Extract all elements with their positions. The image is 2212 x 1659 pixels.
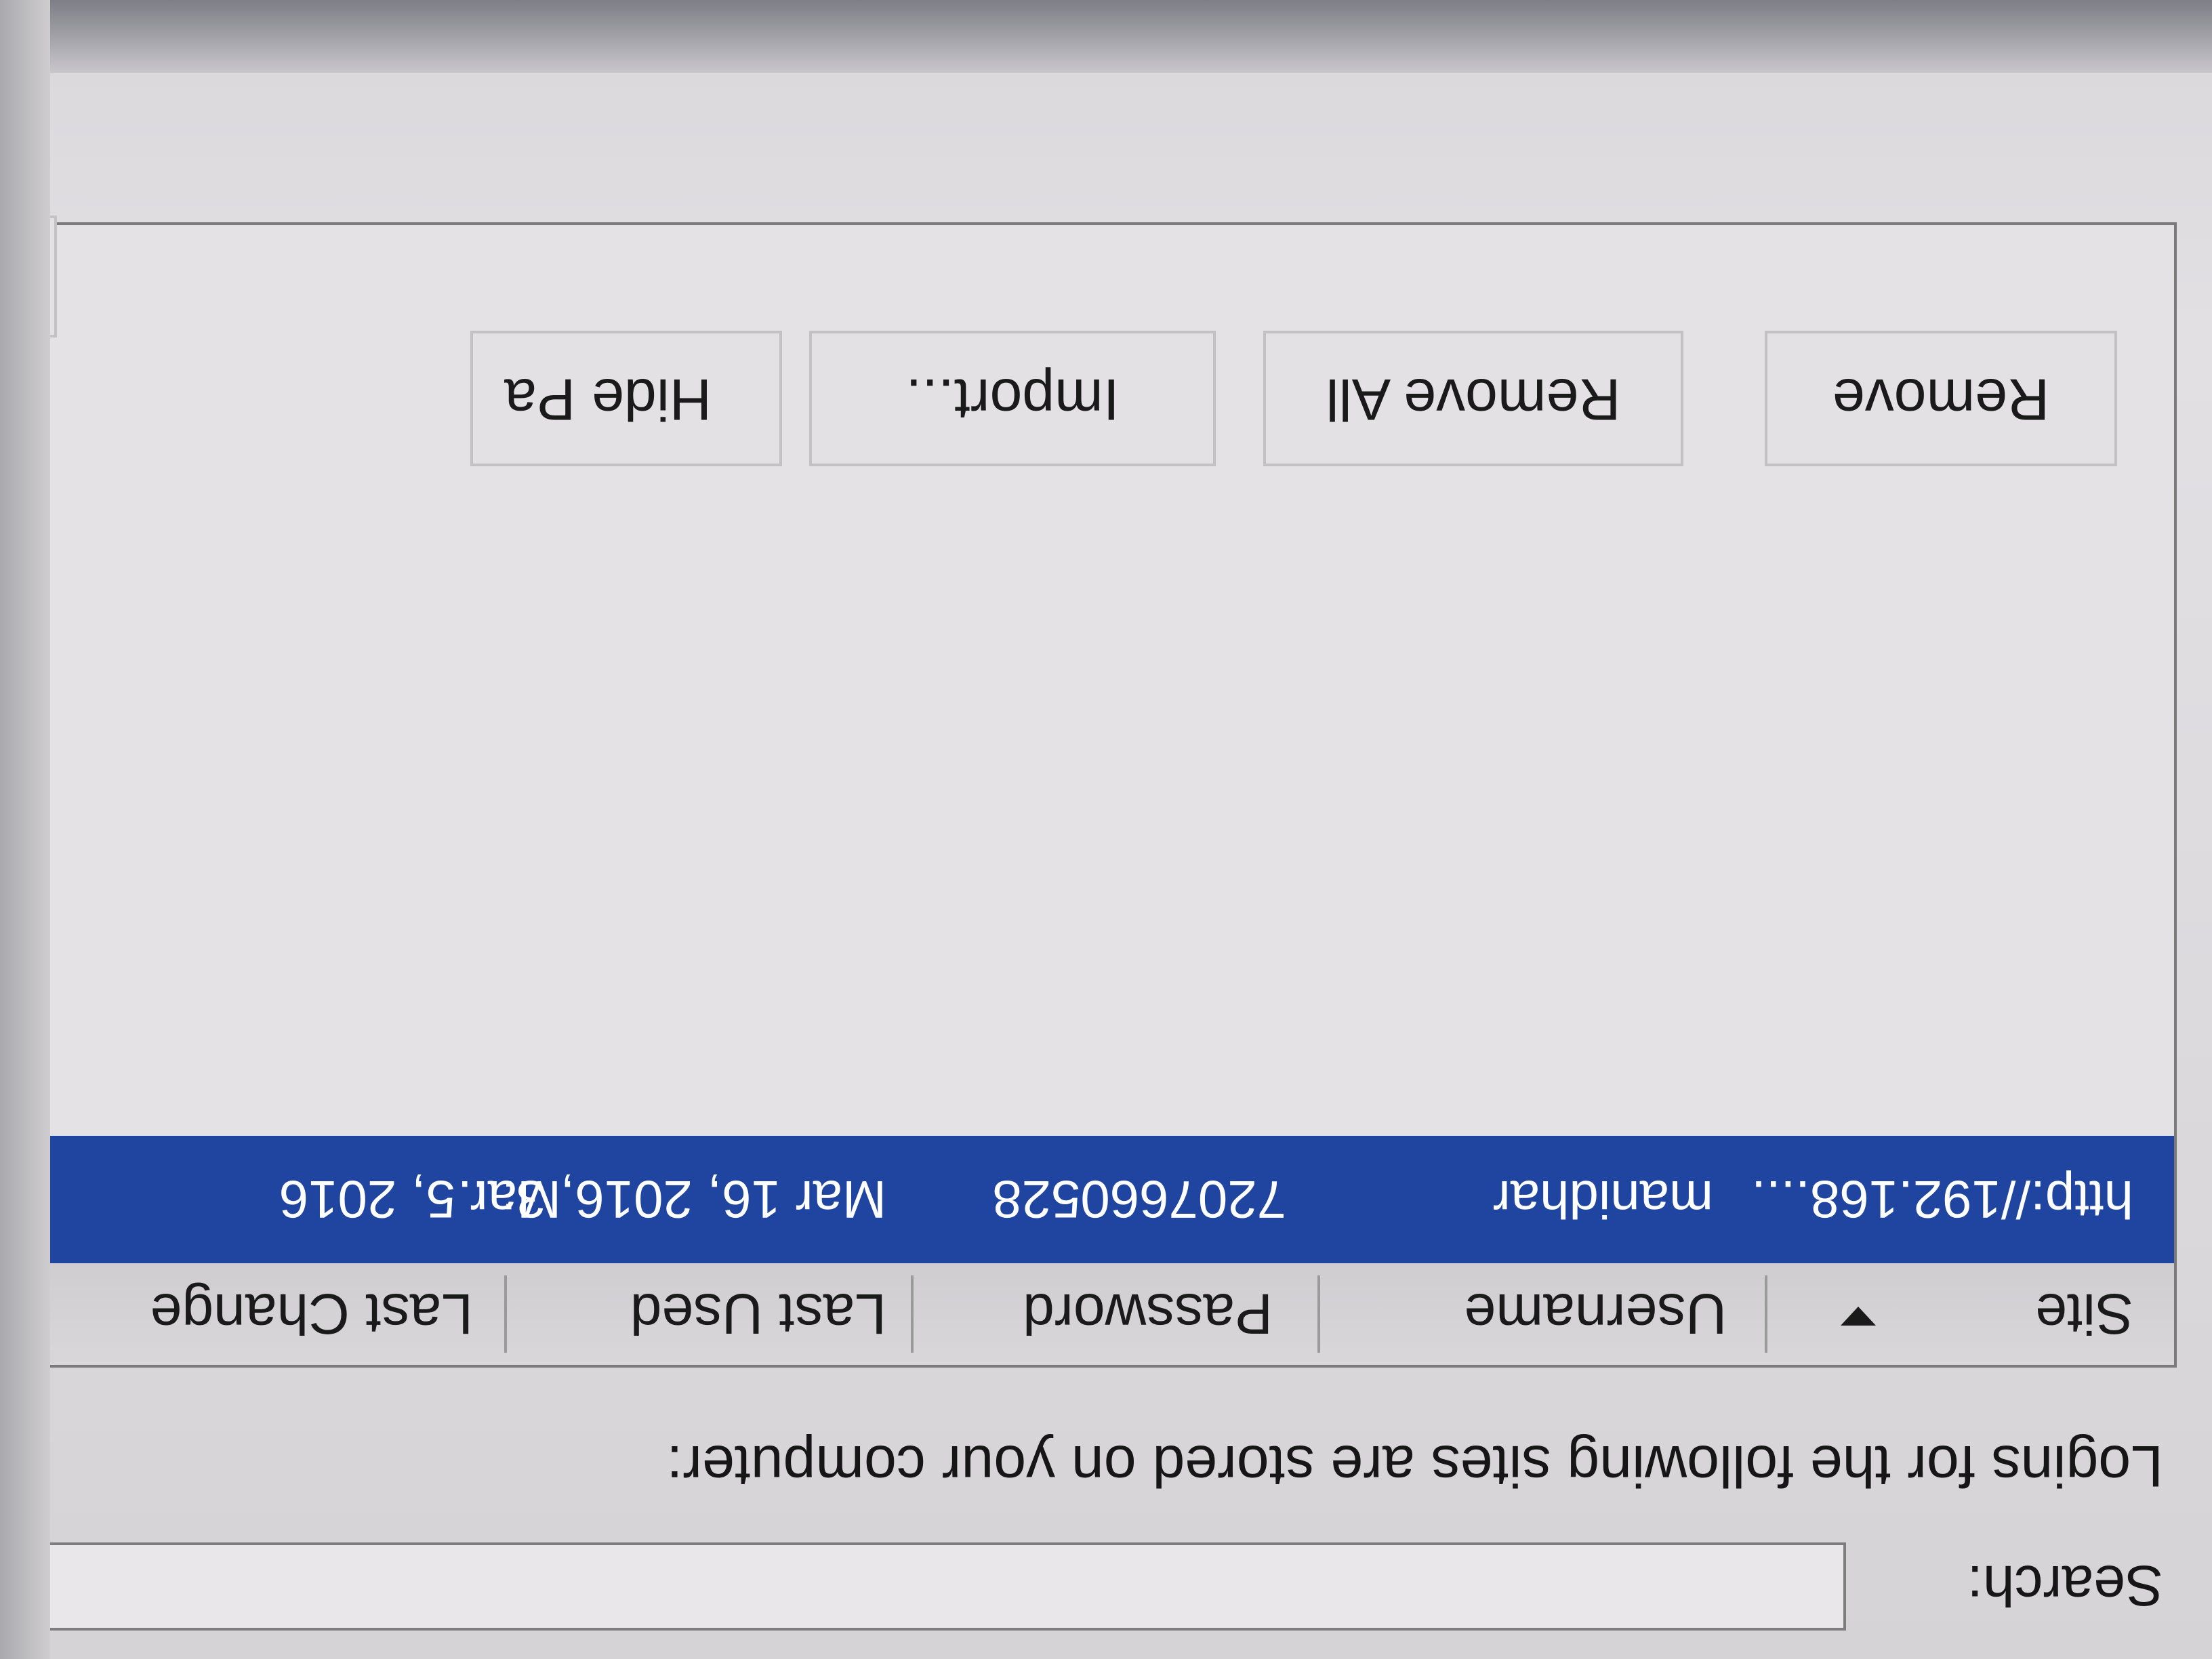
monitor-bezel xyxy=(0,0,2212,73)
sort-descending-icon xyxy=(1841,1307,1876,1326)
remove-all-button[interactable]: Remove All xyxy=(1263,331,1683,466)
hide-passwords-button[interactable]: Hide Pa xyxy=(470,331,782,466)
screen-edge xyxy=(0,0,50,1659)
import-button[interactable]: Import... xyxy=(809,331,1216,466)
table-header: Site Username Password Last Used Last Ch… xyxy=(0,1261,2174,1365)
column-header-password[interactable]: Password xyxy=(1023,1263,1273,1365)
cell-last-changed: Mar 5, 2016 xyxy=(279,1170,561,1229)
cell-username: manidhar xyxy=(1492,1170,1713,1229)
column-separator[interactable] xyxy=(504,1275,507,1353)
column-separator[interactable] xyxy=(1317,1275,1320,1353)
column-header-last-used[interactable]: Last Used xyxy=(630,1263,886,1365)
logins-description: Logins for the following sites are store… xyxy=(666,1433,2164,1498)
saved-logins-dialog: Search: Logins for the following sites a… xyxy=(0,0,2212,1659)
column-separator[interactable] xyxy=(911,1275,914,1353)
rotated-photo-stage: Search: Logins for the following sites a… xyxy=(0,0,2212,1659)
column-header-site[interactable]: Site xyxy=(2035,1263,2133,1365)
column-separator[interactable] xyxy=(1765,1275,1767,1353)
table-row[interactable]: http://192.168.... manidhar 7207660528 M… xyxy=(0,1136,2174,1263)
search-input[interactable] xyxy=(16,1542,1846,1631)
column-header-last-changed[interactable]: Last Change xyxy=(150,1263,473,1365)
cell-site: http://192.168.... xyxy=(1751,1170,2133,1229)
cell-password: 7207660528 xyxy=(992,1170,1286,1229)
remove-button[interactable]: Remove xyxy=(1765,331,2117,466)
search-label: Search: xyxy=(1967,1554,2164,1618)
column-header-username[interactable]: Username xyxy=(1465,1263,1727,1365)
